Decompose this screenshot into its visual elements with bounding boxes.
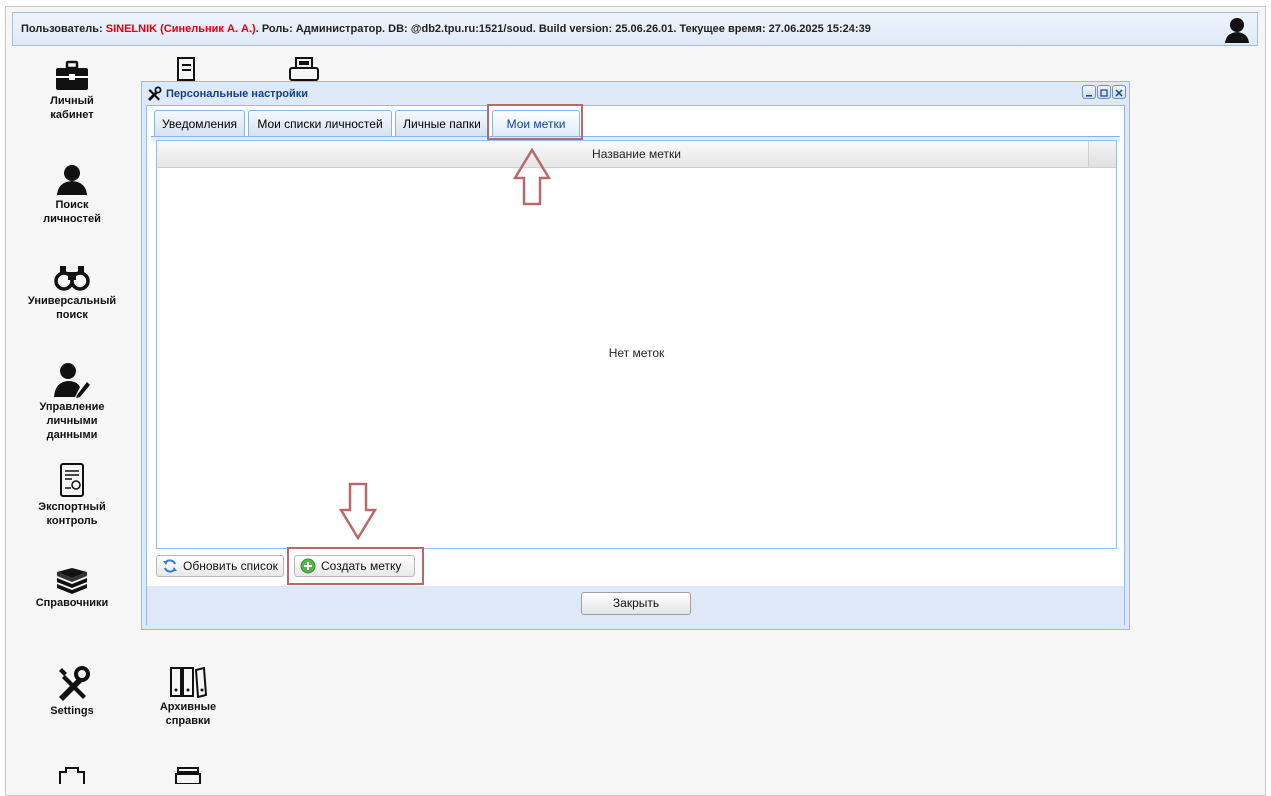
- tools-icon: [59, 666, 90, 701]
- desktop-label-settings: Settings: [50, 705, 94, 717]
- maximize-button[interactable]: [1097, 85, 1111, 99]
- briefcase-icon: [56, 60, 88, 90]
- tab-strip: Уведомления Мои списки личностей Личные …: [154, 110, 1124, 137]
- stack-icon: [175, 767, 201, 785]
- annotation-highlight-tab: [487, 104, 583, 140]
- desktop-icon-export-control[interactable]: Экспортный контроль: [22, 462, 122, 528]
- minimize-icon: [1086, 95, 1092, 97]
- tab-personal-folders[interactable]: Личные папки: [395, 110, 489, 136]
- desktop-label-archive: Архивные справки: [159, 701, 217, 727]
- close-button[interactable]: Закрыть: [581, 592, 691, 615]
- desktop-icon-partial-1[interactable]: [54, 764, 90, 788]
- document-list-icon: [177, 57, 195, 81]
- annotation-arrow-up-icon: [512, 148, 552, 206]
- refresh-list-label: Обновить список: [183, 559, 278, 573]
- printer-icon: [289, 57, 319, 81]
- grid-header-menu[interactable]: [1088, 141, 1116, 167]
- window-title-text: Персональные настройки: [166, 88, 309, 100]
- desktop-label-cabinet: Личный кабинет: [50, 95, 94, 121]
- books-icon: [57, 568, 87, 594]
- close-icon: [1115, 89, 1123, 97]
- desktop-icon-settings[interactable]: Settings: [22, 666, 122, 718]
- desktop-icon-documents[interactable]: [172, 56, 202, 84]
- desktop-label-person-search: Поиск личностей: [43, 199, 101, 225]
- desktop-label-export-control: Экспортный контроль: [38, 501, 106, 527]
- refresh-icon: [163, 559, 177, 573]
- refresh-list-button[interactable]: Обновить список: [156, 555, 284, 577]
- archive-binders-icon: [170, 666, 207, 698]
- folder-icon: [59, 767, 85, 784]
- grid-column-header[interactable]: Название метки: [157, 141, 1116, 168]
- window-controls: [1082, 85, 1126, 99]
- annotation-highlight-create: [287, 547, 424, 585]
- desktop-icon-partial-2[interactable]: [170, 764, 206, 788]
- annotation-arrow-down-icon: [338, 482, 378, 540]
- status-bar: Пользователь: SINELNIK (Синельник А. А.)…: [12, 12, 1258, 46]
- desktop-icon-universal-search[interactable]: Универсальный поиск: [18, 262, 126, 322]
- desktop-icon-personal-data[interactable]: Управление личными данными: [22, 360, 122, 442]
- tools-icon: [148, 86, 162, 102]
- tab-notifications[interactable]: Уведомления: [154, 110, 245, 136]
- empty-grid-text: Нет меток: [608, 346, 665, 360]
- desktop-label-universal-search: Универсальный поиск: [27, 295, 117, 321]
- desktop-label-references: Справочники: [35, 597, 109, 609]
- binoculars-icon: [54, 266, 90, 291]
- desktop-label-personal-data: Управление личными данными: [39, 401, 105, 441]
- desktop-icon-person-search[interactable]: Поиск личностей: [30, 162, 114, 226]
- certificate-icon: [60, 463, 84, 497]
- minimize-button[interactable]: [1082, 85, 1096, 99]
- desktop-icon-cabinet[interactable]: Личный кабинет: [30, 60, 114, 122]
- status-prefix: Пользователь:: [21, 23, 106, 35]
- person-icon: [57, 165, 87, 195]
- user-profile-icon[interactable]: [1223, 15, 1251, 45]
- window-title: Персональные настройки: [146, 84, 308, 104]
- desktop-icon-references[interactable]: Справочники: [22, 568, 122, 610]
- desktop-icon-archive[interactable]: Архивные справки: [146, 666, 230, 728]
- maximize-icon: [1100, 89, 1108, 97]
- status-user: SINELNIK (Синельник А. А.): [105, 23, 256, 35]
- column-tag-name: Название метки: [592, 147, 681, 161]
- desktop-icon-printer[interactable]: [284, 56, 324, 84]
- status-details: . Роль: Администратор. DB: @db2.tpu.ru:1…: [255, 23, 871, 35]
- window-footer: Закрыть: [147, 586, 1124, 626]
- tab-person-lists[interactable]: Мои списки личностей: [248, 110, 392, 136]
- person-edit-icon: [54, 363, 90, 398]
- tags-grid: Название метки Нет меток: [156, 140, 1117, 549]
- close-window-button[interactable]: [1112, 85, 1126, 99]
